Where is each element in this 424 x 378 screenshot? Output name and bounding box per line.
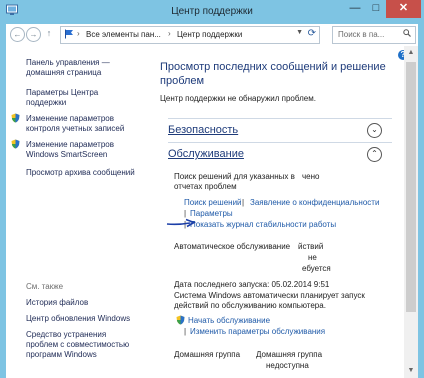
uac-shield-icon <box>11 113 20 123</box>
maintenance-description-1: Система Windows автоматически планирует … <box>174 291 365 300</box>
sidebar-item-uac-settings[interactable]: Изменение параметров контроля учетных за… <box>26 114 124 134</box>
action-center-flag-icon <box>65 29 73 39</box>
auto-maintenance-status-1: йствий <box>298 242 324 251</box>
forward-arrow-icon[interactable]: → <box>26 27 41 42</box>
close-button[interactable]: ✕ <box>386 0 421 18</box>
breadcrumb-action-center[interactable]: Центр поддержки <box>177 30 242 39</box>
link-separator: | <box>242 198 245 207</box>
control-panel-window: Центр поддержки — □ ✕ ← → ↑ › Все элемен… <box>0 0 424 378</box>
main-panel: Просмотр последних сообщений и решение п… <box>154 46 404 378</box>
link-separator: | <box>184 327 187 336</box>
uac-shield-icon <box>176 315 185 325</box>
see-also-file-history[interactable]: История файлов <box>26 298 88 308</box>
section-security-title[interactable]: Безопасность <box>168 124 238 136</box>
breadcrumb-all-items[interactable]: Все элементы пан... <box>86 30 161 39</box>
search-input-placeholder[interactable]: Поиск в па... <box>338 30 384 39</box>
see-also-heading: См. также <box>26 282 64 291</box>
problem-reports-text: Поиск решений для указанных в <box>174 172 295 181</box>
problem-reports-text-2: отчетах проблем <box>174 182 237 191</box>
auto-maintenance-status-2: не <box>308 253 317 262</box>
content-area: Панель управления — домашняя страница Па… <box>6 46 418 378</box>
chevron-down-icon[interactable]: ⌄ <box>367 123 382 138</box>
annotation-arrow-icon <box>166 218 196 228</box>
start-maintenance-link[interactable]: Начать обслуживание <box>188 316 270 326</box>
change-maintenance-settings-link[interactable]: Изменить параметры обслуживания <box>190 327 325 337</box>
section-divider <box>168 142 392 143</box>
scrollbar-thumb[interactable] <box>406 62 416 312</box>
section-maintenance-title[interactable]: Обслуживание <box>168 148 244 160</box>
sidebar-item-message-archive[interactable]: Просмотр архива сообщений <box>26 168 135 178</box>
problem-reports-text-tail: чено <box>302 172 320 181</box>
sidebar-item-home[interactable]: Панель управления — домашняя страница <box>26 58 110 78</box>
find-solutions-link[interactable]: Поиск решений <box>184 198 242 208</box>
address-bar[interactable]: › Все элементы пан... › Центр поддержки … <box>60 26 320 44</box>
uac-shield-icon <box>11 139 20 149</box>
auto-maintenance-label: Автоматическое обслуживание <box>174 242 291 251</box>
maintenance-description-2: действий по обслуживанию компьютера. <box>174 301 326 310</box>
search-icon[interactable] <box>403 29 411 37</box>
settings-link[interactable]: Параметры <box>190 209 233 219</box>
up-arrow-icon[interactable]: ↑ <box>44 28 54 38</box>
auto-maintenance-status-3: ебуется <box>302 264 331 273</box>
breadcrumb-separator-icon[interactable]: › <box>168 29 171 38</box>
page-title: Просмотр последних сообщений и решение п… <box>160 61 386 87</box>
refresh-icon[interactable]: ⟳ <box>308 28 316 39</box>
status-text: Центр поддержки не обнаружил проблем. <box>160 94 316 103</box>
homegroup-status-1: Домашняя группа <box>256 350 323 359</box>
sidebar-item-action-center-settings[interactable]: Параметры Центра поддержки <box>26 88 98 108</box>
scroll-up-icon[interactable]: ▲ <box>404 46 418 60</box>
minimize-button[interactable]: — <box>344 0 366 18</box>
see-also-compatibility-troubleshooter[interactable]: Средство устранения проблем с совместимо… <box>26 330 129 360</box>
sidebar-item-smartscreen-settings[interactable]: Изменение параметров Windows SmartScreen <box>26 140 114 160</box>
back-arrow-icon[interactable]: ← <box>10 27 25 42</box>
title-bar[interactable]: Центр поддержки — □ ✕ <box>0 0 424 24</box>
last-run-date: Дата последнего запуска: 05.02.2014 9:51 <box>174 280 330 289</box>
maximize-button[interactable]: □ <box>366 0 386 18</box>
navigation-bar: ← → ↑ › Все элементы пан... › Центр подд… <box>6 24 418 46</box>
search-box[interactable]: Поиск в па... <box>332 26 416 44</box>
see-also-windows-update[interactable]: Центр обновления Windows <box>26 314 130 324</box>
vertical-scrollbar[interactable]: ▲ ▼ <box>404 46 418 378</box>
reliability-history-link[interactable]: Показать журнал стабильности работы <box>190 220 336 230</box>
chevron-up-icon[interactable]: ⌃ <box>367 147 382 162</box>
privacy-statement-link[interactable]: Заявление о конфиденциальности <box>250 198 379 208</box>
sidebar: Панель управления — домашняя страница Па… <box>6 46 154 378</box>
homegroup-status-2: недоступна <box>266 361 309 370</box>
homegroup-label: Домашняя группа <box>174 350 241 359</box>
scroll-down-icon[interactable]: ▼ <box>404 364 418 378</box>
breadcrumb-root-chevron-icon[interactable]: › <box>77 29 80 38</box>
address-dropdown-icon[interactable]: ▼ <box>296 29 303 36</box>
section-divider <box>168 118 392 119</box>
